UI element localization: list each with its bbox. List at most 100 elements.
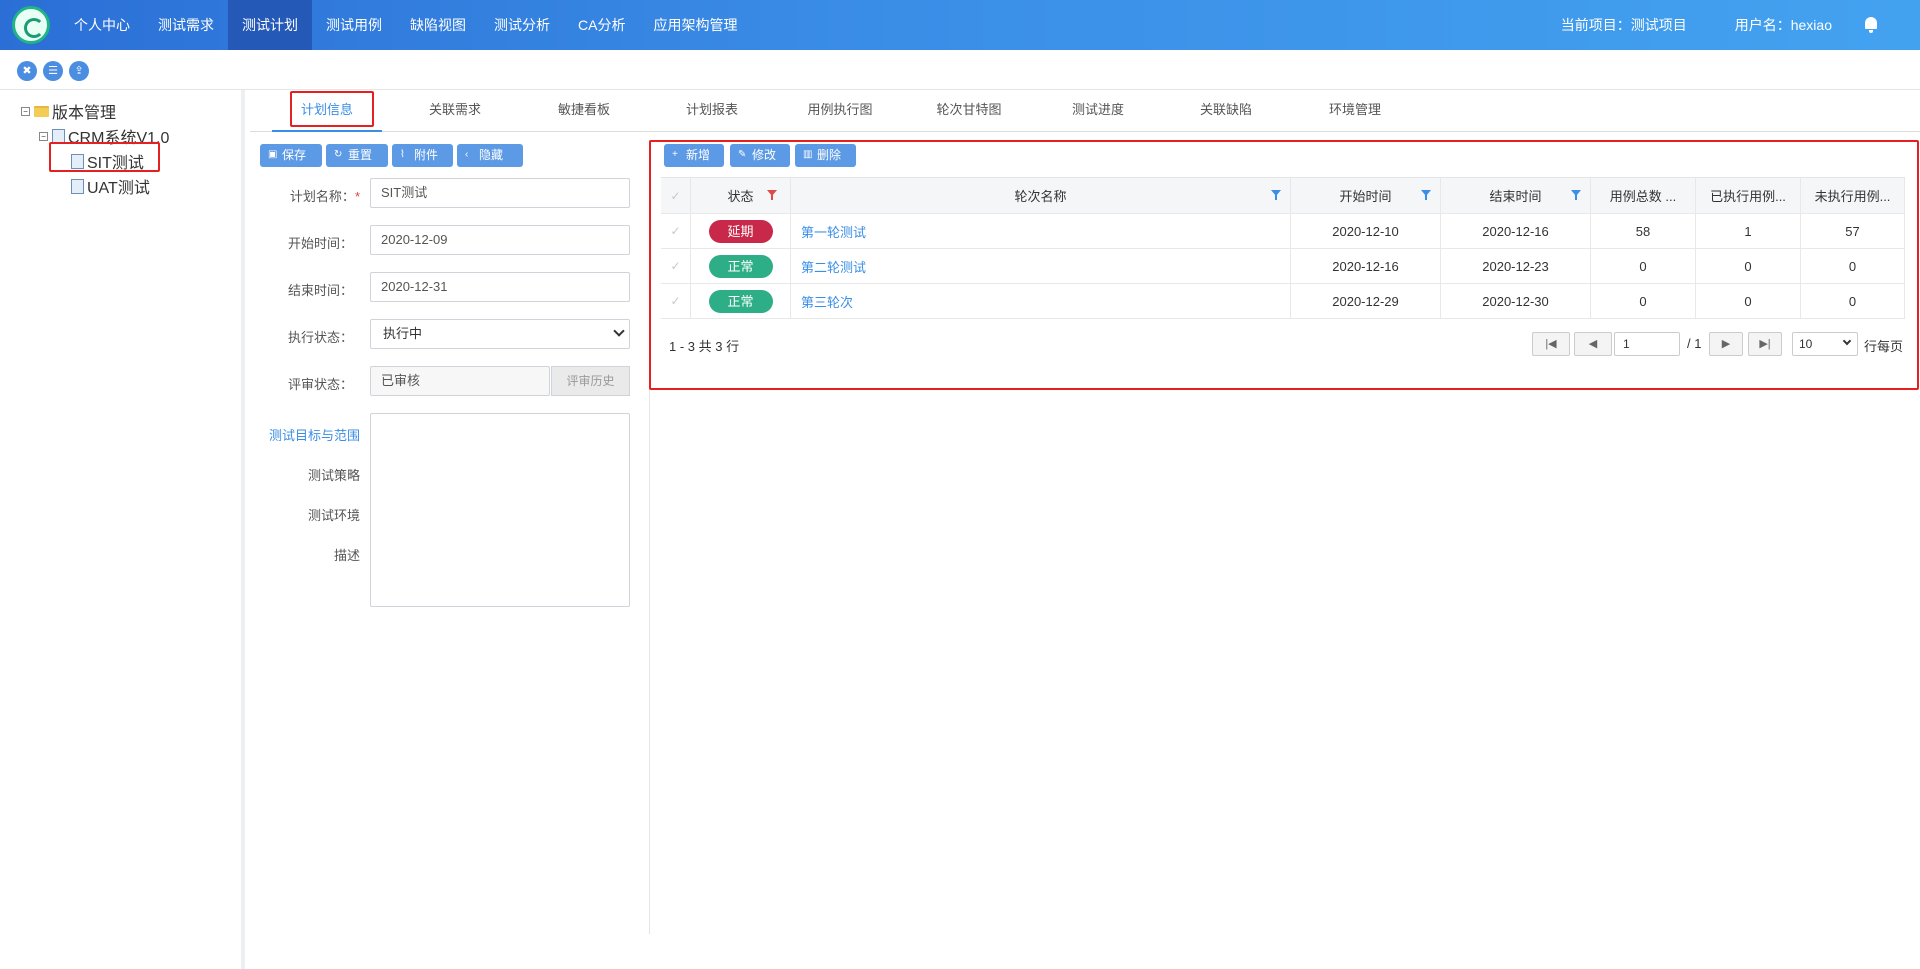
start-cell: 2020-12-29 (1291, 284, 1441, 318)
page-size-select[interactable]: 10 (1792, 332, 1858, 356)
check-icon: ✓ (670, 224, 681, 238)
filter-icon[interactable] (767, 190, 778, 201)
col-round-name[interactable]: 轮次名称 (791, 178, 1291, 213)
filter-icon[interactable] (1271, 190, 1282, 201)
list-icon[interactable]: ☰ (43, 61, 63, 81)
tab-case-execution-chart[interactable]: 用例执行图 (790, 90, 890, 132)
nav-app-architecture[interactable]: 应用架构管理 (639, 0, 751, 50)
current-project[interactable]: 当前项目：测试项目 (1561, 15, 1687, 35)
review-history-button[interactable]: 评审历史 (551, 366, 630, 396)
per-page-label: 行每页 (1864, 339, 1904, 354)
filter-icon[interactable] (1571, 190, 1582, 201)
save-icon: ▣ (268, 149, 278, 160)
trash-icon: ▥ (803, 149, 813, 160)
reset-button[interactable]: ↻ 重置 (326, 144, 388, 167)
last-page-button[interactable]: ▶| (1748, 332, 1782, 356)
tree-label-uat: UAT测试 (87, 180, 150, 197)
end-time-label: 结束时间： (287, 283, 353, 298)
prev-page-icon: ◀ (1588, 338, 1598, 350)
first-page-button[interactable]: |◀ (1532, 332, 1570, 356)
nav-test-plan[interactable]: 测试计划 (228, 0, 312, 50)
status-badge: 正常 (708, 289, 773, 313)
edit-round-button[interactable]: ✎ 修改 (730, 144, 790, 167)
plan-icon (71, 178, 84, 194)
plan-name-input[interactable]: SIT测试 (370, 178, 630, 208)
tab-linked-defects[interactable]: 关联缺陷 (1176, 90, 1276, 132)
col-pending-cases[interactable]: 未执行用例... (1801, 178, 1905, 213)
round-name-link[interactable]: 第二轮测试 (791, 249, 1291, 283)
round-name-link[interactable]: 第一轮测试 (791, 214, 1291, 248)
nav-test-requirements[interactable]: 测试需求 (144, 0, 228, 50)
exec-status-select[interactable]: 执行中 (370, 319, 630, 349)
prev-page-button[interactable]: ◀ (1574, 332, 1612, 356)
tab-agile-board[interactable]: 敏捷看板 (534, 90, 634, 132)
status-cell: 正常 (691, 284, 791, 318)
round-name-link[interactable]: 第三轮次 (791, 284, 1291, 318)
trash-icon[interactable]: ✖ (17, 61, 37, 81)
review-status-label: 评审状态： (287, 377, 353, 392)
highlight-box (290, 91, 374, 127)
collapse-icon[interactable]: − (21, 106, 30, 116)
section-strategy[interactable]: 测试策略 (260, 465, 360, 484)
pending-cell: 57 (1801, 214, 1905, 248)
app-logo[interactable] (12, 6, 50, 44)
nav-defect-view[interactable]: 缺陷视图 (396, 0, 480, 50)
nav-test-analysis[interactable]: 测试分析 (480, 0, 564, 50)
page-number-input[interactable]: 1 (1614, 332, 1680, 356)
review-status-input[interactable]: 已审核 (370, 366, 550, 396)
paperclip-icon: ⌇ (400, 149, 405, 160)
nav-ca-analysis[interactable]: CA分析 (564, 0, 639, 50)
tree-label-root: 版本管理 (52, 105, 117, 122)
col-start-time[interactable]: 开始时间 (1291, 178, 1441, 213)
row-checkbox[interactable]: ✓ (661, 214, 691, 248)
row-checkbox[interactable]: ✓ (661, 284, 691, 318)
section-environment[interactable]: 测试环境 (260, 505, 360, 524)
save-button[interactable]: ▣ 保存 (260, 144, 322, 167)
collapse-icon[interactable]: − (39, 131, 48, 141)
start-time-input[interactable]: 2020-12-09 (370, 225, 630, 255)
nav-personal-center[interactable]: 个人中心 (60, 0, 144, 50)
end-time-input[interactable]: 2020-12-31 (370, 272, 630, 302)
col-status[interactable]: 状态 (691, 178, 791, 213)
attachment-button[interactable]: ⌇ 附件 (392, 144, 453, 167)
executed-cell: 0 (1696, 284, 1801, 318)
section-goal-scope[interactable]: 测试目标与范围 (260, 425, 360, 444)
username[interactable]: 用户名：hexiao (1735, 15, 1832, 35)
status-cell: 延期 (691, 214, 791, 248)
add-round-button[interactable]: + 新增 (664, 144, 724, 167)
tab-plan-report[interactable]: 计划报表 (662, 90, 762, 132)
bell-icon[interactable] (1862, 16, 1880, 34)
tab-round-gantt[interactable]: 轮次甘特图 (919, 90, 1019, 132)
rounds-grid: ✓ 状态 轮次名称 开始时间 结束时间 用例总数 ... 已执行用例... 未执… (661, 177, 1905, 319)
refresh-icon: ↻ (334, 149, 343, 160)
table-row[interactable]: ✓ 延期 第一轮测试 2020-12-10 2020-12-16 58 1 57 (661, 214, 1905, 249)
table-row[interactable]: ✓ 正常 第二轮测试 2020-12-16 2020-12-23 0 0 0 (661, 249, 1905, 284)
status-cell: 正常 (691, 249, 791, 283)
col-end-time[interactable]: 结束时间 (1441, 178, 1591, 213)
start-cell: 2020-12-16 (1291, 249, 1441, 283)
end-cell: 2020-12-30 (1441, 284, 1591, 318)
tab-linked-requirements[interactable]: 关联需求 (405, 90, 505, 132)
goal-scope-textarea[interactable] (370, 413, 630, 607)
tab-test-progress[interactable]: 测试进度 (1048, 90, 1148, 132)
tree-node-root[interactable]: − 版本管理 (21, 99, 116, 123)
tree-node-uat[interactable]: UAT测试 (71, 174, 150, 198)
table-row[interactable]: ✓ 正常 第三轮次 2020-12-29 2020-12-30 0 0 0 (661, 284, 1905, 319)
next-page-button[interactable]: ▶ (1709, 332, 1743, 356)
col-total-cases[interactable]: 用例总数 ... (1591, 178, 1696, 213)
status-badge: 延期 (708, 219, 773, 243)
row-checkbox[interactable]: ✓ (661, 249, 691, 283)
col-executed-cases[interactable]: 已执行用例... (1696, 178, 1801, 213)
section-description[interactable]: 描述 (260, 545, 360, 564)
sub-toolbar: ✖ ☰ ⇪ (0, 50, 1920, 90)
hide-button[interactable]: ‹ 隐藏 (457, 144, 523, 167)
nav-test-cases[interactable]: 测试用例 (312, 0, 396, 50)
total-cell: 0 (1591, 284, 1696, 318)
tab-environment[interactable]: 环境管理 (1305, 90, 1405, 132)
delete-round-button[interactable]: ▥ 删除 (795, 144, 856, 167)
select-all-checkbox[interactable]: ✓ (661, 178, 691, 213)
export-icon[interactable]: ⇪ (69, 61, 89, 81)
folder-icon (34, 105, 49, 117)
filter-icon[interactable] (1421, 190, 1432, 201)
first-page-icon: |◀ (1545, 338, 1557, 350)
